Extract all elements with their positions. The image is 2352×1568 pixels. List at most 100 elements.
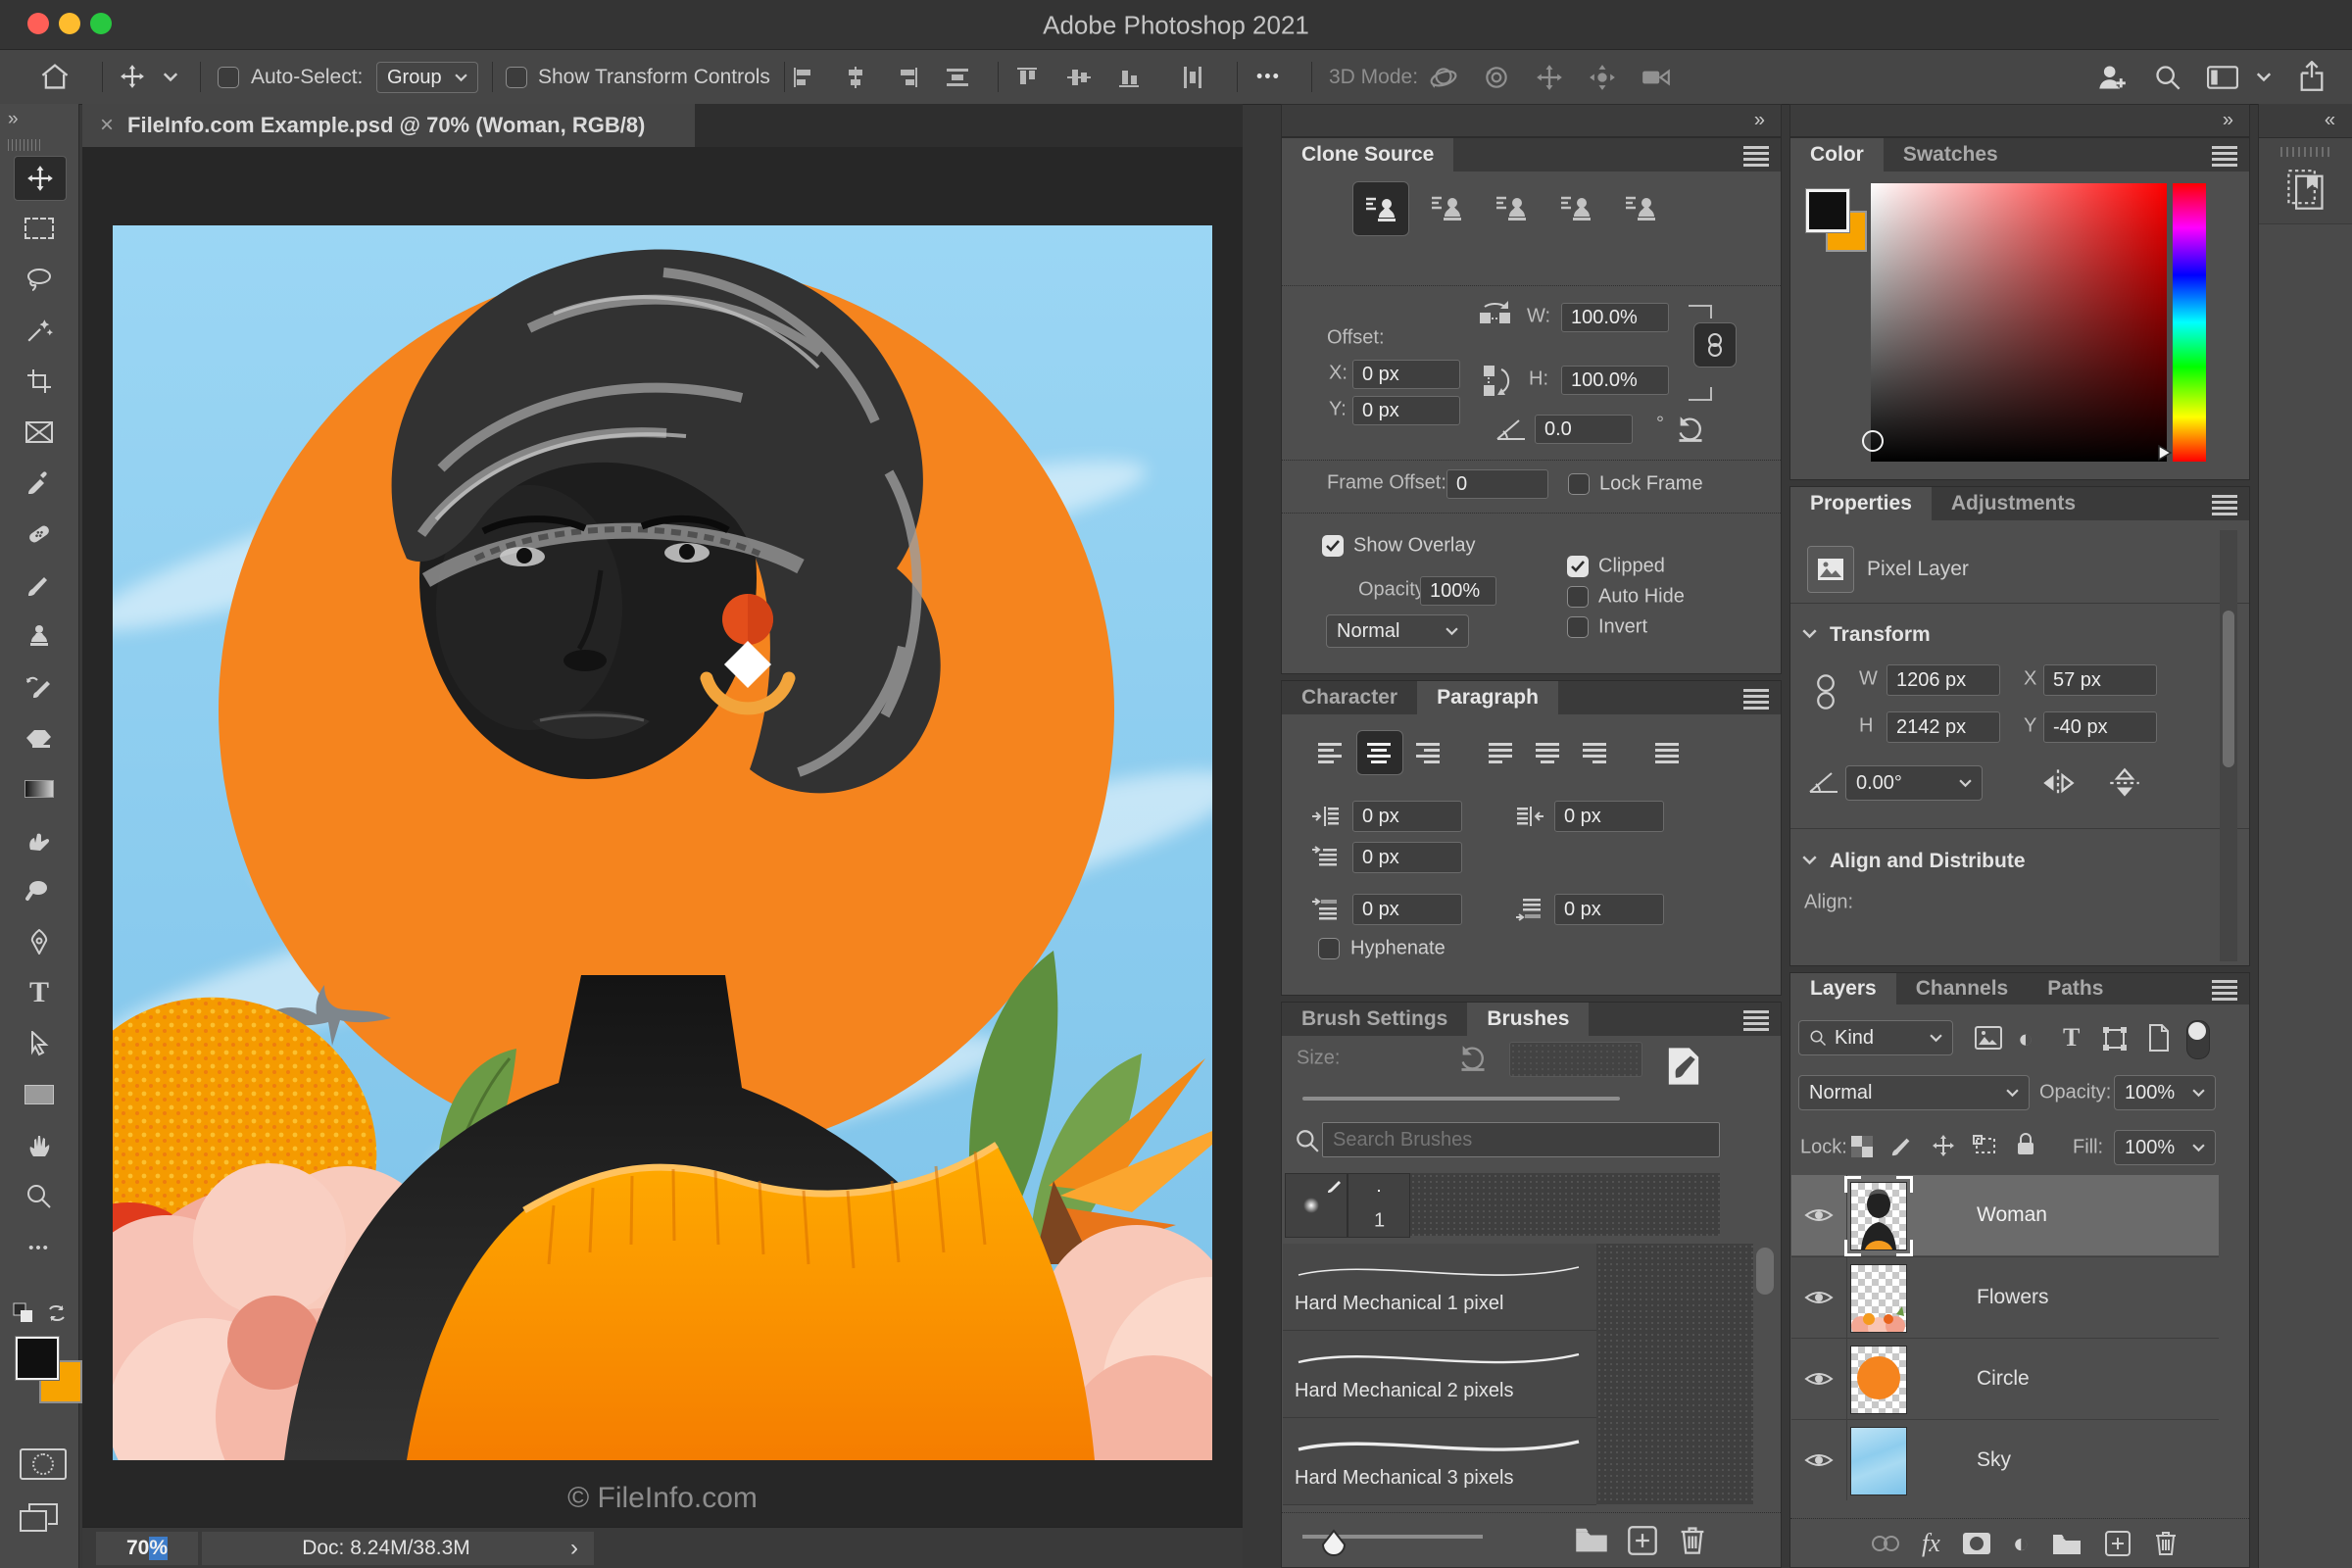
layer-thumbnail[interactable] [1850,1346,1907,1414]
justify-last-center-button[interactable] [1527,732,1570,773]
tab-paragraph[interactable]: Paragraph [1417,681,1558,714]
document-tab-close-icon[interactable]: × [100,112,114,139]
layer-row-circle[interactable]: Circle [1791,1338,2219,1419]
panel-menu-icon[interactable] [1743,1010,1769,1031]
brush-list-scrollbar-thumb[interactable] [1756,1248,1774,1295]
section-chevron-icon[interactable] [1802,856,1817,865]
layer-name[interactable]: Woman [1977,1203,2047,1227]
align-top-edges-icon[interactable] [1015,66,1041,89]
workspace-switcher-icon[interactable] [2207,66,2238,89]
new-adjustment-layer-icon[interactable]: ◐ [2013,1528,2030,1559]
layer-name[interactable]: Sky [1977,1448,2011,1472]
link-dimensions-icon[interactable] [1816,669,1836,714]
indent-first-line-field[interactable]: 0 px [1352,842,1462,873]
clone-source-5-button[interactable] [1613,181,1668,234]
foreground-color-swatch[interactable] [1805,188,1850,233]
layer-visibility-toggle[interactable] [1791,1420,1847,1500]
frame-offset-field[interactable]: 0 [1446,469,1548,499]
clipped-checkbox[interactable] [1567,556,1589,577]
height-field[interactable]: 2142 px [1886,711,2000,743]
x-field[interactable]: 57 px [2043,664,2157,696]
align-bottom-edges-icon[interactable] [1117,66,1143,89]
panel-menu-icon[interactable] [2212,146,2237,167]
align-text-center-button[interactable] [1356,730,1403,775]
overlay-blend-dropdown[interactable]: Normal [1326,614,1469,648]
lock-transparency-icon[interactable] [1851,1136,1873,1157]
flip-vertical-icon[interactable] [2108,767,2141,799]
3d-camera-icon[interactable] [1641,66,1672,89]
brush-panel-toggle-icon[interactable] [1664,1046,1703,1087]
3d-orbit-icon[interactable] [1429,64,1458,91]
tool-type[interactable]: T [14,971,65,1014]
link-layers-icon[interactable] [1871,1535,1900,1552]
overlay-opacity-field[interactable]: 100% [1420,576,1496,606]
invite-user-icon[interactable] [2097,63,2127,92]
align-right-edges-icon[interactable] [894,66,919,89]
tool-rectangular-marquee[interactable] [14,207,65,250]
opacity-dropdown[interactable]: 100% [2114,1075,2216,1110]
slider-thumb-icon[interactable] [1321,1529,1347,1556]
distribute-horizontal-icon[interactable] [945,66,970,89]
layer-style-icon[interactable]: fx [1922,1529,1940,1558]
filter-pixel-icon[interactable] [1975,1026,2002,1050]
3d-pan-icon[interactable] [1535,64,1564,91]
saturation-brightness-picker[interactable] [1862,183,2167,462]
layer-name[interactable]: Flowers [1977,1286,2049,1309]
clone-source-4-button[interactable] [1548,181,1603,234]
rotation-field[interactable]: 0.0 [1535,415,1633,444]
fill-dropdown[interactable]: 100% [2114,1130,2216,1165]
hue-slider[interactable] [2173,183,2206,462]
show-overlay-checkbox[interactable] [1322,535,1344,557]
tool-preset-chevron-icon[interactable] [163,73,178,82]
indent-left-field[interactable]: 0 px [1352,801,1462,832]
layer-visibility-toggle[interactable] [1791,1339,1847,1419]
foreground-color-swatch[interactable] [15,1336,60,1381]
share-icon[interactable] [2297,61,2327,92]
close-window-button[interactable] [27,13,49,34]
offset-y-field[interactable]: 0 px [1352,396,1460,425]
toolbar-collapse-icon[interactable]: » [8,109,19,130]
filter-shape-icon[interactable] [2102,1026,2128,1052]
blend-mode-dropdown[interactable]: Normal [1798,1075,2030,1110]
justify-last-right-button[interactable] [1574,732,1617,773]
width-field[interactable]: 1206 px [1886,664,2000,696]
tool-eraser[interactable] [14,716,65,760]
right-collapse-icon[interactable]: » [2223,110,2233,132]
dock-drag-handle[interactable] [2280,147,2331,157]
tab-paths[interactable]: Paths [2028,973,2124,1004]
space-before-field[interactable]: 0 px [1352,894,1462,925]
screen-mode-icon[interactable] [20,1503,59,1533]
brush-preset-hard-1[interactable]: 1 [1348,1173,1410,1238]
link-wh-button[interactable] [1693,322,1737,368]
layer-thumbnail[interactable] [1850,1264,1907,1333]
tool-eyedropper[interactable] [14,462,65,505]
w-field[interactable]: 100.0% [1561,303,1669,332]
libraries-panel-icon[interactable] [2277,163,2335,218]
rotation-dropdown[interactable]: 0.00° [1845,765,1983,801]
delete-brush-icon[interactable] [1678,1524,1707,1556]
tab-layers[interactable]: Layers [1790,973,1896,1004]
tool-frame[interactable] [14,411,65,454]
align-vertical-centers-icon[interactable] [1066,66,1092,89]
tool-lasso[interactable] [14,258,65,301]
h-field[interactable]: 100.0% [1561,366,1669,395]
flip-horizontal-icon[interactable] [2041,767,2075,799]
new-layer-icon[interactable] [2104,1530,2132,1557]
delete-layer-icon[interactable] [2153,1529,2179,1557]
clone-source-2-button[interactable] [1419,181,1474,234]
align-text-left-button[interactable] [1309,732,1352,773]
doc-size-status[interactable]: Doc: 8.24M/38.3M › [202,1532,594,1565]
new-group-icon[interactable] [2051,1531,2082,1556]
auto-select-checkbox[interactable] [218,67,239,88]
section-chevron-icon[interactable] [1802,629,1817,639]
align-horizontal-centers-icon[interactable] [843,66,868,89]
add-layer-mask-icon[interactable] [1962,1532,1991,1555]
toolbar-drag-handle[interactable] [8,139,43,151]
auto-select-scope-dropdown[interactable]: Group [376,62,478,93]
hue-slider-arrow[interactable] [2157,444,2173,462]
zoom-level-field[interactable]: 70% [96,1532,198,1565]
distribute-vertical-icon[interactable] [1180,66,1205,89]
filter-smart-object-icon[interactable] [2147,1024,2171,1052]
zoom-window-button[interactable] [90,13,112,34]
swap-colors-icon[interactable] [45,1301,69,1325]
